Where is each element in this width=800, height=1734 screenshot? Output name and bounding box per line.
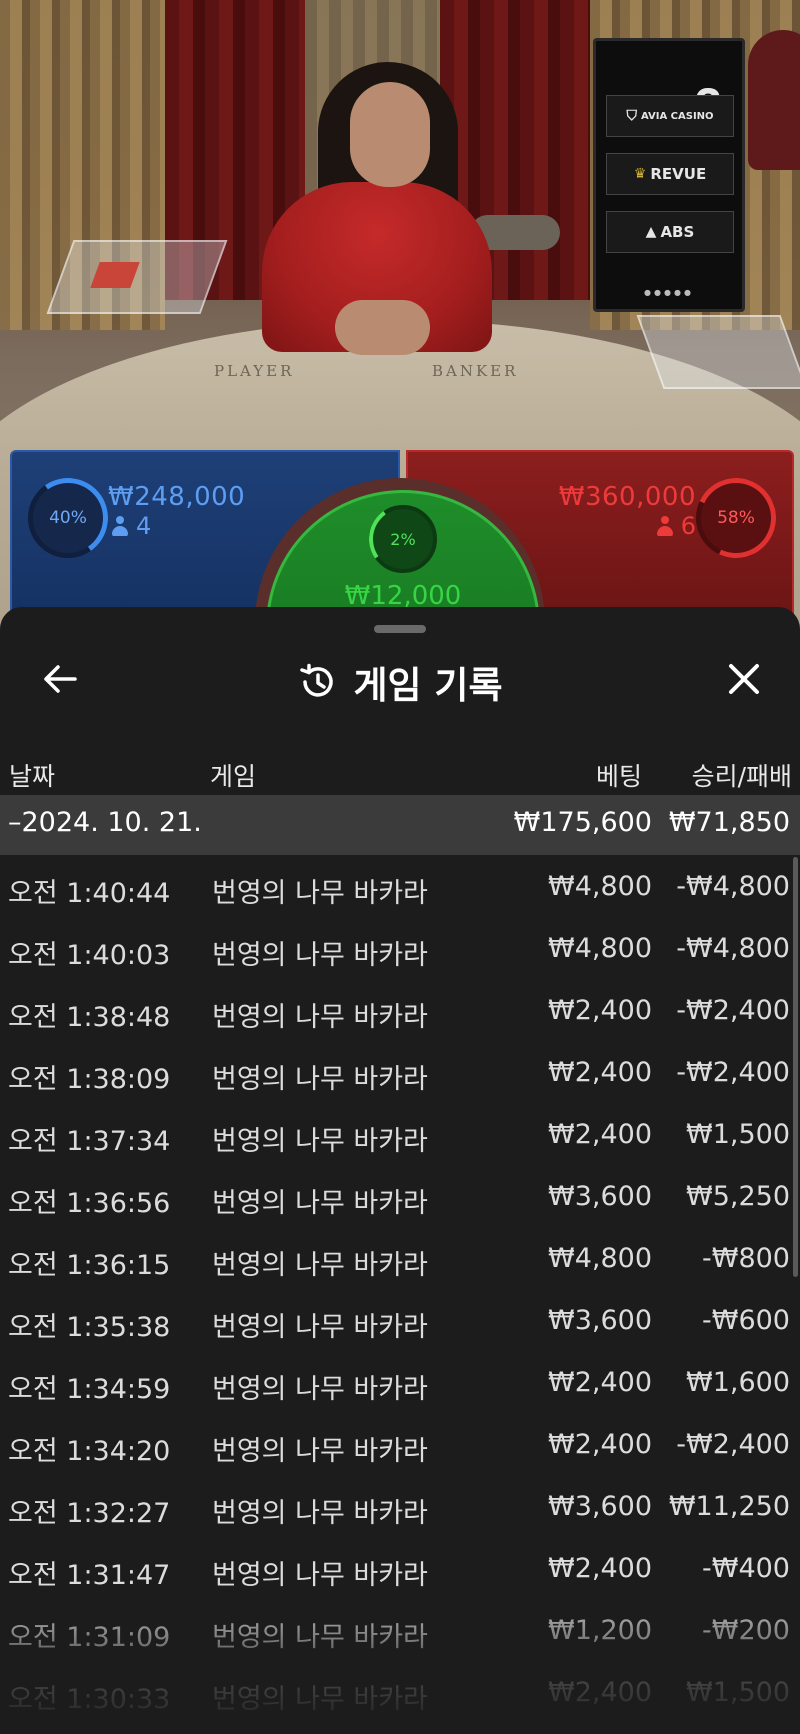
column-header-game: 게임: [210, 762, 257, 791]
history-row[interactable]: 오전 1:31:09 번영의 나무 바카라 ₩1,200 -₩200: [0, 1599, 800, 1661]
history-row[interactable]: 오전 1:31:47 번영의 나무 바카라 ₩2,400 -₩400: [0, 1537, 800, 1599]
shield-icon: ⛉: [626, 108, 637, 124]
history-row[interactable]: 오전 1:40:03 번영의 나무 바카라 ₩4,800 -₩4,800: [0, 917, 800, 979]
scrollbar[interactable]: [793, 857, 798, 1277]
person-icon: [112, 516, 128, 536]
column-header-bet: 베팅: [595, 762, 642, 791]
history-row[interactable]: 오전 1:36:56 번영의 나무 바카라 ₩3,600 ₩5,250: [0, 1165, 800, 1227]
player-percent-ring: 40%: [28, 478, 108, 558]
group-date: –2024. 10. 21.: [8, 807, 202, 838]
felt-label-player: PLAYER: [214, 362, 295, 380]
sheet-drag-handle[interactable]: [374, 625, 426, 633]
banker-percent-ring: 58%: [696, 478, 776, 558]
sheet-title: 게임 기록: [353, 664, 503, 707]
sheet-header: 게임 기록: [0, 637, 800, 727]
date-group-row[interactable]: –2024. 10. 21. ₩175,600 ₩71,850: [0, 795, 800, 855]
group-result-total: ₩71,850: [668, 807, 790, 838]
card-shoe: [46, 240, 228, 314]
dealer-hands: [335, 300, 430, 355]
close-icon: [729, 664, 759, 694]
history-row[interactable]: 오전 1:38:48 번영의 나무 바카라 ₩2,400 -₩2,400: [0, 979, 800, 1041]
history-row[interactable]: 오전 1:40:44 번영의 나무 바카라 ₩4,800 -₩4,800: [0, 855, 800, 917]
banker-bet-amount: ₩360,000: [558, 482, 696, 512]
history-row[interactable]: 오전 1:34:59 번영의 나무 바카라 ₩2,400 ₩1,600: [0, 1351, 800, 1413]
background-person: [748, 30, 800, 170]
game-history-sheet: 게임 기록 날짜 게임 베팅 승리/패배 –2024. 10. 21. ₩175…: [0, 607, 800, 1734]
column-header-result: 승리/패배: [691, 762, 792, 791]
column-header-date: 날짜: [9, 762, 56, 791]
history-row[interactable]: 오전 1:36:15 번영의 나무 바카라 ₩4,800 -₩800: [0, 1227, 800, 1289]
history-row[interactable]: 오전 1:37:34 번영의 나무 바카라 ₩2,400 ₩1,500: [0, 1103, 800, 1165]
player-bettor-count: 4: [112, 512, 151, 540]
history-icon: [300, 663, 334, 697]
history-list: 오전 1:40:44 번영의 나무 바카라 ₩4,800 -₩4,800 오전 1:4…: [0, 855, 800, 1723]
sponsor-logo-1: ⛉ AVIA CASINO: [606, 95, 734, 137]
round-monitor: 2 ⛉ AVIA CASINO ♛ REVUE ▲ ABS ●●●●●: [593, 38, 745, 312]
sheet-title-group: 게임 기록: [0, 655, 800, 709]
crest-icon: ♛: [633, 166, 647, 182]
history-row[interactable]: 오전 1:32:27 번영의 나무 바카라 ₩3,600 ₩11,250: [0, 1475, 800, 1537]
dealer-face: [350, 82, 430, 187]
triangle-icon: ▲: [645, 224, 657, 240]
banker-bettor-count: 6: [656, 512, 696, 540]
history-row[interactable]: 오전 1:34:20 번영의 나무 바카라 ₩2,400 -₩2,400: [0, 1413, 800, 1475]
sponsor-logo-2: ♛ REVUE: [606, 153, 734, 195]
player-bet-amount: ₩248,000: [108, 482, 246, 512]
discard-tray: [636, 315, 800, 389]
history-row[interactable]: 오전 1:35:38 번영의 나무 바카라 ₩3,600 -₩600: [0, 1289, 800, 1351]
felt-label-banker: BANKER: [432, 362, 519, 380]
tie-percent-ring: 2%: [369, 505, 437, 573]
history-row[interactable]: 오전 1:38:09 번영의 나무 바카라 ₩2,400 -₩2,400: [0, 1041, 800, 1103]
person-icon: [656, 516, 673, 536]
sponsor-logo-3: ▲ ABS: [606, 211, 734, 253]
history-row[interactable]: 오전 1:30:33 번영의 나무 바카라 ₩2,400 ₩1,500: [0, 1661, 800, 1723]
close-button[interactable]: [722, 657, 766, 701]
pagination-dots: ●●●●●: [644, 288, 694, 297]
group-bet-total: ₩175,600: [513, 807, 652, 838]
